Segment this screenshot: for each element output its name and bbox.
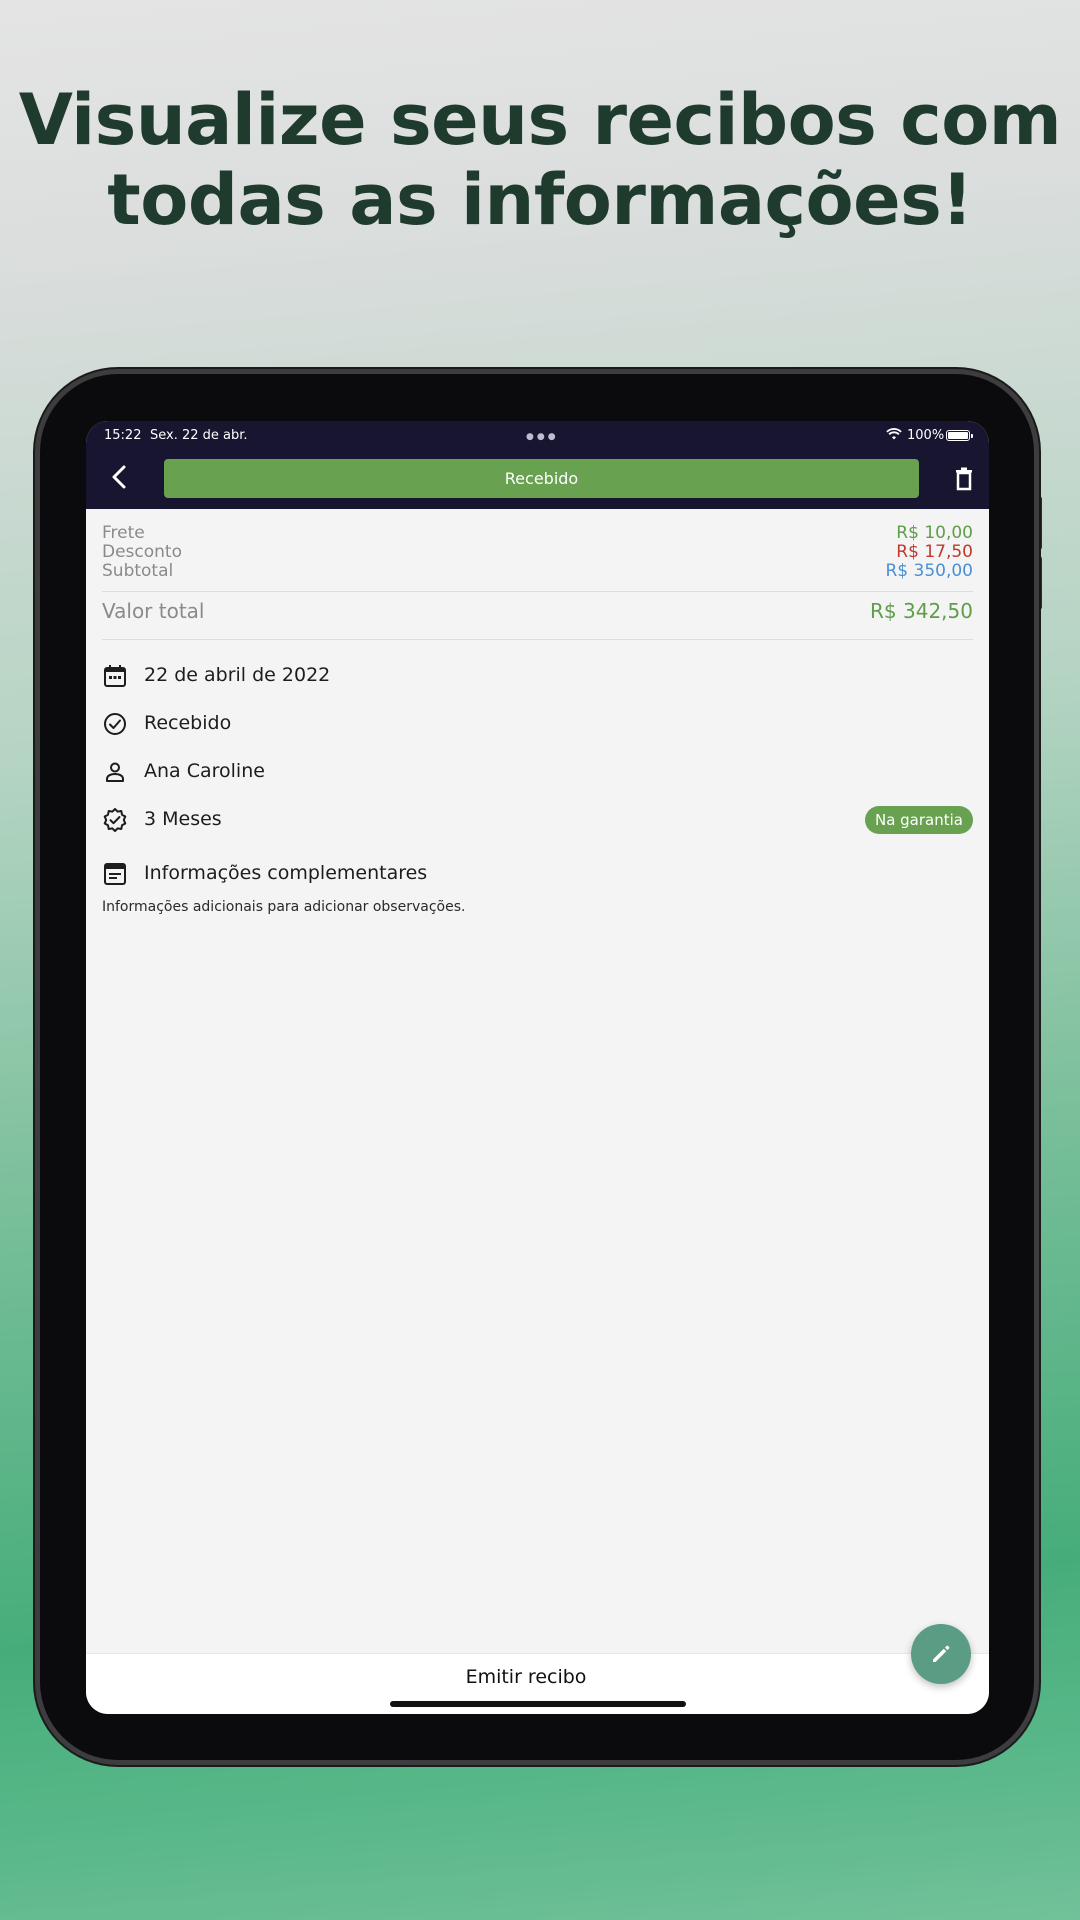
verified-badge-icon xyxy=(103,808,127,832)
warranty-row: 3 Meses Na garantia xyxy=(102,805,973,837)
date-row: 22 de abril de 2022 xyxy=(102,661,973,693)
client-row: Ana Caroline xyxy=(102,757,973,789)
trash-icon xyxy=(956,467,972,491)
summary-subtotal-row: Subtotal R$ 350,00 xyxy=(102,561,973,581)
status-text: Recebido xyxy=(144,712,232,734)
summary-desconto-row: Desconto R$ 17,50 xyxy=(102,542,973,562)
client-name: Ana Caroline xyxy=(144,760,265,782)
desconto-label: Desconto xyxy=(102,542,182,562)
multitasking-dots-icon[interactable]: ●●● xyxy=(526,432,559,442)
app-screen: 15:22 Sex. 22 de abr. ●●● 100% Recebido xyxy=(86,421,989,1714)
date-text: 22 de abril de 2022 xyxy=(144,664,331,686)
edit-fab-button[interactable] xyxy=(911,1624,971,1684)
pencil-icon xyxy=(933,1645,950,1662)
headline: Visualize seus recibos com todas as info… xyxy=(0,80,1080,240)
top-bar: 15:22 Sex. 22 de abr. ●●● 100% Recebido xyxy=(86,421,989,509)
subtotal-label: Subtotal xyxy=(102,561,174,581)
calendar-icon xyxy=(104,665,126,687)
notes-text: Informações adicionais para adicionar ob… xyxy=(102,899,466,915)
status-pill[interactable]: Recebido xyxy=(164,459,919,498)
device-volume-up-button xyxy=(1034,496,1042,550)
emit-receipt-button[interactable]: Emitir recibo xyxy=(396,1666,656,1696)
status-bar: 15:22 Sex. 22 de abr. ●●● 100% xyxy=(86,421,989,451)
headline-line-2: todas as informações! xyxy=(107,159,973,241)
wifi-icon xyxy=(886,428,902,440)
status-row: Recebido xyxy=(102,709,973,741)
person-icon xyxy=(106,762,124,782)
desconto-value: R$ 17,50 xyxy=(896,542,973,562)
frete-label: Frete xyxy=(102,523,145,543)
warranty-text: 3 Meses xyxy=(144,808,222,830)
notes-title: Informações complementares xyxy=(144,862,428,884)
headline-line-1: Visualize seus recibos com xyxy=(18,79,1062,161)
status-time: 15:22 xyxy=(104,428,142,443)
battery-icon xyxy=(946,430,973,441)
warranty-badge: Na garantia xyxy=(864,806,973,834)
summary-frete-row: Frete R$ 10,00 xyxy=(102,523,973,543)
notes-row: Informações complementares xyxy=(102,859,973,891)
summary-divider xyxy=(102,591,973,592)
total-divider xyxy=(102,639,973,640)
status-pill-label: Recebido xyxy=(504,469,579,488)
delete-button[interactable] xyxy=(944,459,984,499)
notes-icon xyxy=(104,863,126,885)
subtotal-value: R$ 350,00 xyxy=(885,561,973,581)
total-value: R$ 342,50 xyxy=(870,599,973,623)
home-indicator[interactable] xyxy=(390,1701,686,1707)
status-date: Sex. 22 de abr. xyxy=(150,428,248,443)
check-circle-icon xyxy=(104,713,126,735)
frete-value: R$ 10,00 xyxy=(896,523,973,543)
device-volume-down-button xyxy=(1034,556,1042,610)
back-button[interactable] xyxy=(100,457,140,497)
chevron-left-icon xyxy=(112,465,126,489)
total-label: Valor total xyxy=(102,599,205,623)
battery-percentage: 100% xyxy=(907,428,945,443)
